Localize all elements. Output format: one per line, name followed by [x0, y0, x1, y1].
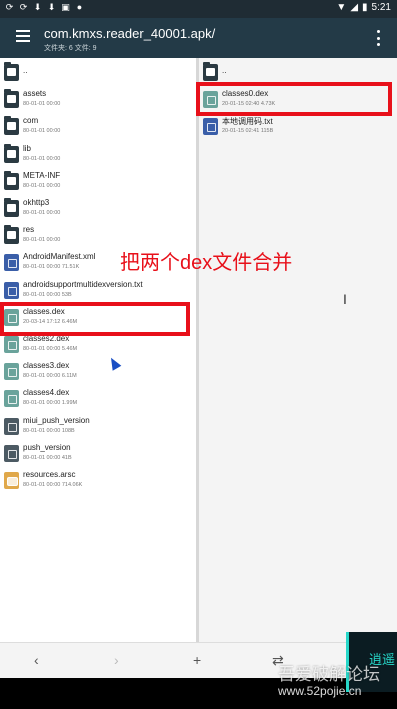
file-row[interactable]: push_version 80-01-01 00:00 41B	[0, 441, 196, 468]
file-name: okhttp3	[23, 198, 50, 207]
file-meta: 80-01-01 00:00 1.99M	[23, 400, 78, 407]
file-meta: 80-01-01 00:00 71.51K	[23, 264, 80, 271]
file-row[interactable]: lib 80-01-01 00:00	[0, 142, 196, 169]
path-title: com.kmxs.reader_40001.apk/	[44, 26, 216, 41]
xml-file-icon	[4, 254, 19, 272]
clock: 5:21	[371, 2, 391, 13]
file-meta: 80-01-01 00:00	[23, 128, 61, 135]
back-arrow-icon[interactable]: ‹	[34, 652, 39, 668]
file-name: ..	[222, 66, 227, 75]
file-name: assets	[23, 89, 47, 99]
file-row[interactable]: resources.arsc 80-01-01 00:00 714.06K	[0, 468, 196, 495]
file-name: classes3.dex	[23, 361, 70, 371]
folder-icon	[4, 225, 19, 245]
file-meta: 80-01-01 00:00 108B	[23, 427, 75, 434]
download-icon: ⬇	[33, 2, 42, 12]
text-file-icon	[203, 118, 218, 136]
file-name: res	[23, 225, 35, 235]
text-file-icon	[4, 281, 19, 299]
file-meta: 80-01-01 00:00 5.46M	[23, 346, 78, 352]
file-row[interactable]: androidsupportmultidexversion.txt 80-01-0…	[0, 278, 196, 305]
sync-icon: ⟳	[5, 2, 14, 12]
file-name: resources.arsc	[23, 470, 76, 479]
file-row[interactable]: 本地调用码.txt 20-01-15 02:41 115B	[199, 114, 397, 141]
text-cursor-icon: I	[343, 291, 347, 307]
folder-icon	[4, 170, 19, 190]
menu-icon[interactable]	[16, 30, 30, 44]
file-name: AndroidManifest.xml	[23, 252, 96, 262]
file-row[interactable]: okhttp3 80-01-01 00:00	[0, 196, 196, 223]
battery-icon: ▮	[362, 2, 368, 13]
add-icon[interactable]: +	[193, 652, 201, 668]
dex-file-icon	[4, 363, 19, 381]
file-name: miui_push_version	[23, 415, 90, 425]
file-name: androidsupportmultidexversion.txt	[23, 279, 143, 289]
file-name: META-INF	[23, 170, 61, 180]
status-bar: ⟳ ⟳ ⬇ ⬇ ▣ ● ▼ ◢ ▮ 5:21	[0, 0, 397, 18]
watermark-url: www.52pojie.cn	[278, 684, 362, 698]
file-row[interactable]: classes3.dex 80-01-01 00:00 6.11M	[0, 359, 196, 386]
signal-icon: ◢	[350, 2, 359, 13]
file-name: push_version	[23, 442, 71, 452]
file-meta: 20-01-15 02:41 115B	[222, 128, 274, 135]
archive-icon	[4, 472, 19, 489]
file-name: com	[23, 116, 39, 126]
android-icon: ●	[76, 2, 83, 12]
file-name: lib	[23, 143, 32, 153]
file-name: classes4.dex	[23, 388, 70, 398]
folder-icon	[4, 198, 19, 217]
right-file-list[interactable]: .. classes0.dex 20-01-15 02:40 4.73K 本地调用码.…	[199, 58, 397, 642]
annotation-text: 把两个dex文件合并	[120, 252, 293, 274]
file-meta: 80-01-01 00:00	[23, 210, 61, 216]
wifi-icon: ▼	[336, 2, 347, 13]
file-row[interactable]: com 80-01-01 00:00	[0, 114, 196, 141]
file-row[interactable]: assets 80-01-01 00:00	[0, 87, 196, 114]
app-bar: com.kmxs.reader_40001.apk/ 文件夹: 6 文件: 9	[0, 18, 397, 58]
file-icon	[4, 444, 19, 462]
file-meta: 80-01-01 00:00	[23, 237, 61, 244]
file-row[interactable]: META-INF 80-01-01 00:00	[0, 169, 196, 196]
folder-icon	[203, 62, 218, 81]
dex-file-icon	[4, 390, 19, 408]
file-meta: 80-01-01 00:00	[23, 101, 61, 108]
highlight-box-classes-dex	[0, 302, 190, 336]
sync-icon: ⟳	[19, 2, 28, 12]
file-row[interactable]: miui_push_version 80-01-01 00:00 108B	[0, 414, 196, 441]
folder-icon	[4, 89, 19, 109]
folder-file-count: 文件夹: 6 文件: 9	[44, 45, 97, 52]
notification-icons: ⟳ ⟳ ⬇ ⬇ ▣ ●	[5, 3, 84, 12]
folder-icon	[4, 62, 19, 81]
file-meta: 80-01-01 00:00 53B	[23, 291, 72, 298]
file-meta: 80-01-01 00:00 41B	[23, 454, 72, 461]
dex-file-icon	[4, 336, 19, 353]
folder-icon	[4, 143, 19, 163]
image-icon: ▣	[61, 2, 70, 12]
file-meta: 80-01-01 00:00 714.06K	[23, 482, 83, 488]
file-row[interactable]: classes2.dex 80-01-01 00:00 5.46M	[0, 332, 196, 359]
download-icon: ⬇	[47, 2, 56, 12]
highlight-box-classes0-dex	[196, 82, 392, 116]
file-row[interactable]: classes4.dex 80-01-01 00:00 1.99M	[0, 386, 196, 413]
file-row[interactable]: ..	[0, 60, 196, 87]
more-options-icon[interactable]	[377, 30, 381, 46]
forward-arrow-icon[interactable]: ›	[114, 652, 119, 668]
watermark-forum-name: 吾爱破解论坛	[278, 665, 380, 685]
folder-icon	[4, 116, 19, 136]
file-meta: 80-01-01 00:00	[23, 155, 61, 162]
file-name: 本地调用码.txt	[222, 117, 273, 127]
file-icon	[4, 417, 19, 435]
file-meta: 80-01-01 00:00	[23, 182, 61, 189]
file-name: ..	[23, 66, 28, 75]
file-meta: 80-01-01 00:00 6.11M	[23, 373, 77, 380]
left-file-list[interactable]: .. assets 80-01-01 00:00 com 80-01-01 00:00 l…	[0, 58, 196, 642]
